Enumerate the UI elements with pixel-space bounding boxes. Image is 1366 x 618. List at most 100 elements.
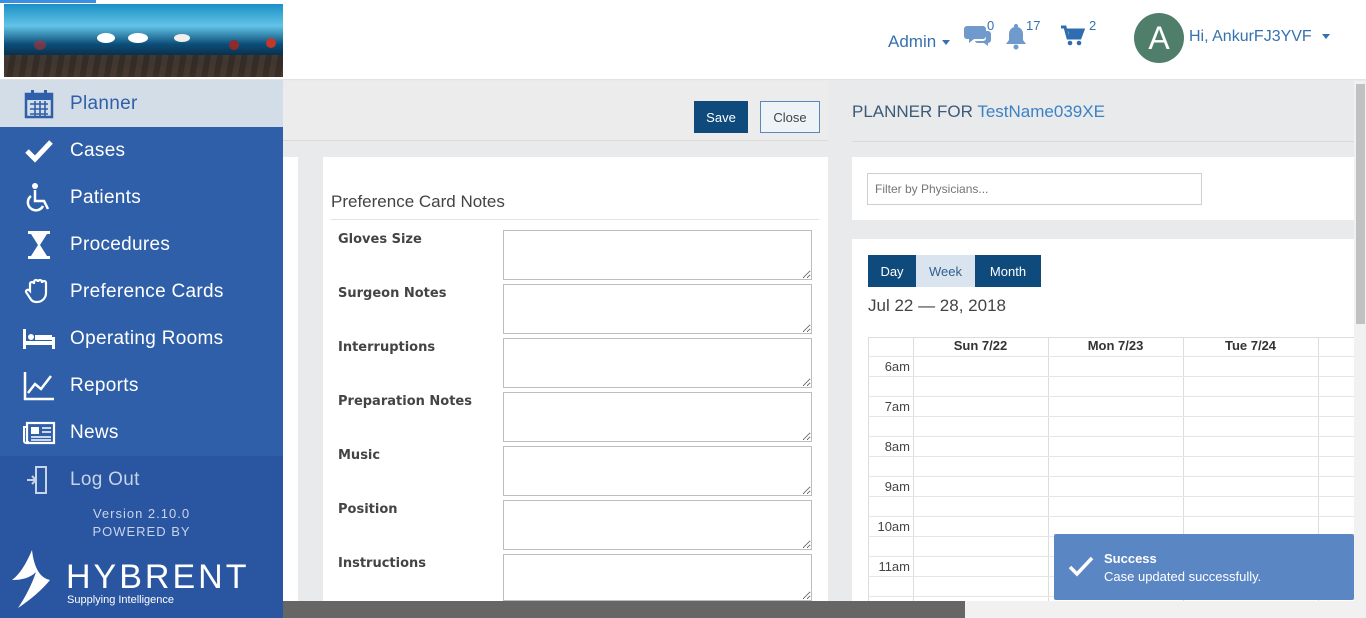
view-month-button[interactable]: Month [975,255,1041,287]
powered-by-text: POWERED BY [92,524,191,539]
sidebar-item-patients[interactable]: Patients [0,174,283,221]
success-toast[interactable]: Success Case updated successfully. [1054,534,1354,600]
time-label: 9am [884,479,910,494]
physician-filter-input[interactable] [867,173,1202,205]
wheelchair-icon [22,182,56,213]
grid-line [868,376,1354,377]
divider [331,219,819,220]
time-label: 6am [884,359,910,374]
bed-icon [22,324,56,354]
check-icon [1068,556,1094,577]
planner-title-prefix: PLANNER FOR [852,102,973,121]
music-label: Music [338,448,381,463]
planner-patient-link[interactable]: TestName039XE [977,102,1105,121]
calendar-column-header: Sun 7/22 [953,338,1008,353]
instructions-label: Instructions [338,556,427,571]
gloves-size-label: Gloves Size [338,232,422,247]
time-label: 7am [884,399,910,414]
sidebar-item-label: Operating Rooms [70,327,224,349]
grid-line [868,456,1354,457]
hybrent-logo-icon [12,550,50,608]
admin-menu[interactable]: Admin [888,22,951,62]
sidebar-item-reports[interactable]: Reports [0,362,283,409]
sidebar-item-cases[interactable]: Cases [0,127,283,174]
cart-icon [1061,25,1086,46]
gloves-size-field[interactable] [503,230,812,280]
calendar-column-header: Mon 7/23 [1087,338,1144,353]
calendar-column-header: Tue 7/24 [1224,338,1277,353]
preference-card-title: Preference Card Notes [331,192,505,211]
logout-button[interactable]: Log Out [0,457,283,503]
sidebar-item-news[interactable]: News [0,409,283,456]
logout-icon [22,465,56,495]
calendar-date-range: Jul 22 — 28, 2018 [868,296,1006,315]
admin-label[interactable]: Admin [888,32,936,52]
grid-line [868,496,1354,497]
sidebar-item-label: Cases [70,139,126,161]
grid-line [868,396,1354,397]
interruptions-field[interactable] [503,338,812,388]
calendar-icon [22,89,56,119]
chart-icon [22,371,56,401]
time-label: 8am [884,439,910,454]
preparation-notes-field[interactable] [503,392,812,442]
toast-message: Case updated successfully. [1104,569,1262,584]
newspaper-icon [22,418,56,448]
preparation-notes-label: Preparation Notes [338,394,472,409]
position-label: Position [338,502,398,517]
music-field[interactable] [503,446,812,496]
collapsed-panel [283,157,298,601]
time-label: 10am [877,519,910,534]
sidebar-item-procedures[interactable]: Procedures [0,221,283,268]
user-menu[interactable]: Hi, AnkurFJ3YVF [1189,28,1331,46]
surgeon-notes-field[interactable] [503,284,812,334]
planner-title: PLANNER FOR TestName039XE [852,102,1105,122]
vertical-scrollbar-thumb[interactable] [1356,84,1365,324]
interruptions-label: Interruptions [338,340,436,355]
avatar[interactable]: A [1134,13,1184,63]
brand-name: HYBRENT [66,558,250,596]
sidebar-item-label: Planner [70,92,138,114]
sidebar-item-label: Procedures [70,233,171,255]
chevron-down-icon [942,39,951,45]
sidebar-item-label: Reports [70,374,139,396]
divider [852,141,1354,142]
notifications-count: 17 [1026,18,1041,33]
grid-line [868,416,1354,417]
logo-image[interactable] [4,4,283,77]
close-button[interactable]: Close [760,101,820,133]
sidebar-item-label: Preference Cards [70,280,224,302]
brand-tagline: Supplying Intelligence [67,594,175,606]
sidebar-item-planner[interactable]: Planner [0,80,283,127]
save-button[interactable]: Save [694,101,748,133]
grid-line [868,356,1354,357]
surgeon-notes-label: Surgeon Notes [338,286,447,301]
sidebar-item-preference-cards[interactable]: Preference Cards [0,268,283,315]
grid-line [868,516,1354,517]
sidebar-item-label: News [70,421,119,443]
horizontal-scrollbar-thumb[interactable] [283,601,965,618]
view-day-button[interactable]: Day [868,255,916,287]
time-label: 11am [878,559,910,574]
toast-title: Success [1104,551,1157,566]
view-week-button[interactable]: Week [916,255,975,287]
check-icon [22,136,56,166]
chevron-down-icon [1322,34,1331,40]
messages-button[interactable]: 0 [964,18,994,52]
version-text: Version 2.10.0 [92,506,191,521]
grid-line [868,436,1354,437]
messages-count: 0 [987,18,995,33]
glove-icon [22,277,56,307]
hourglass-icon [22,230,56,260]
user-greeting[interactable]: Hi, AnkurFJ3YVF [1189,28,1312,45]
notifications-button[interactable]: 17 [1003,18,1040,52]
sidebar-item-operating-rooms[interactable]: Operating Rooms [0,315,283,362]
instructions-field[interactable] [503,554,812,601]
logout-label: Log Out [70,469,140,490]
cart-count: 2 [1089,18,1097,33]
grid-line [868,476,1354,477]
cart-button[interactable]: 2 [1060,18,1096,52]
position-field[interactable] [503,500,812,550]
logo-accent-strip [0,0,96,3]
sidebar-item-label: Patients [70,186,142,208]
